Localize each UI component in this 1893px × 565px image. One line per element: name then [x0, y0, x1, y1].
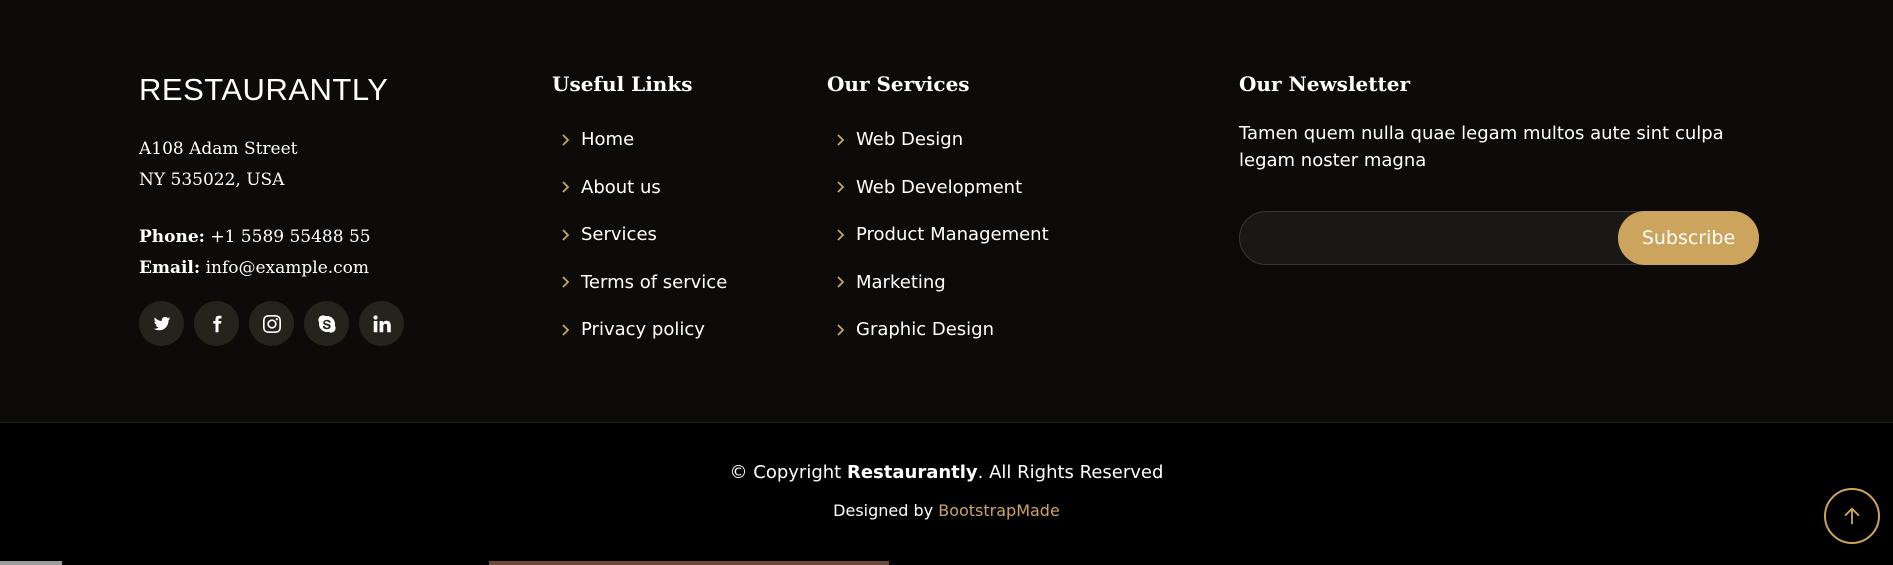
chevron-right-icon: [561, 134, 570, 146]
useful-links-heading: Useful Links: [552, 72, 693, 96]
useful-link-terms[interactable]: Terms of service: [552, 259, 727, 307]
address-line-2: NY 535022, USA: [139, 170, 285, 190]
newsletter-email-input[interactable]: [1240, 212, 1620, 264]
chevron-right-icon: [561, 229, 570, 241]
arrow-up-icon: [1844, 507, 1860, 525]
credits: Designed by BootstrapMade: [0, 501, 1893, 520]
services-list: Web Design Web Development Product Manag…: [827, 116, 1049, 354]
email-value: info@example.com: [205, 258, 370, 278]
footer-contact: Phone: +1 5589 55488 55 Email: info@exam…: [139, 222, 371, 284]
footer-address: A108 Adam Street NY 535022, USA: [139, 134, 298, 196]
back-to-top-button[interactable]: [1824, 488, 1880, 544]
useful-link-label: Terms of service: [581, 271, 728, 293]
service-link-label: Marketing: [856, 271, 946, 293]
email-row: Email: info@example.com: [139, 253, 371, 284]
bottom-edge-strip: [0, 561, 1893, 565]
instagram-link[interactable]: [249, 301, 294, 346]
useful-link-about[interactable]: About us: [552, 164, 727, 212]
email-label: Email:: [139, 258, 201, 278]
service-link-graphic-design[interactable]: Graphic Design: [827, 306, 1049, 354]
newsletter-heading: Our Newsletter: [1239, 72, 1411, 96]
social-links: [139, 301, 404, 346]
phone-row: Phone: +1 5589 55488 55: [139, 222, 371, 253]
useful-link-label: Home: [581, 129, 635, 151]
phone-label: Phone:: [139, 227, 205, 247]
service-link-product-management[interactable]: Product Management: [827, 211, 1049, 259]
chevron-right-icon: [561, 276, 570, 288]
service-link-label: Graphic Design: [856, 319, 994, 341]
chevron-right-icon: [836, 181, 845, 193]
twitter-link[interactable]: [139, 301, 184, 346]
linkedin-icon: [372, 314, 391, 332]
footer-brand: RESTAURANTLY: [139, 72, 389, 107]
services-heading: Our Services: [827, 72, 970, 96]
copyright-prefix: © Copyright: [729, 462, 842, 483]
service-link-marketing[interactable]: Marketing: [827, 259, 1049, 307]
footer-bottom: [0, 424, 1893, 565]
service-link-label: Product Management: [856, 224, 1049, 246]
copyright: © Copyright Restaurantly. All Rights Res…: [0, 462, 1893, 483]
service-link-label: Web Development: [856, 176, 1023, 198]
chevron-right-icon: [836, 324, 845, 336]
useful-link-services[interactable]: Services: [552, 211, 727, 259]
useful-link-privacy[interactable]: Privacy policy: [552, 306, 727, 354]
skype-link[interactable]: [304, 301, 349, 346]
copyright-brand: Restaurantly: [846, 462, 978, 483]
facebook-link[interactable]: [194, 301, 239, 346]
designer-link[interactable]: BootstrapMade: [938, 501, 1060, 520]
service-link-web-development[interactable]: Web Development: [827, 164, 1049, 212]
useful-link-label: Services: [581, 224, 657, 246]
service-link-label: Web Design: [856, 129, 964, 151]
instagram-icon: [262, 314, 281, 333]
designed-by-label: Designed by: [833, 501, 934, 520]
address-line-1: A108 Adam Street: [139, 139, 298, 159]
facebook-icon: [212, 315, 221, 332]
chevron-right-icon: [836, 134, 845, 146]
footer-top: RESTAURANTLY A108 Adam Street NY 535022,…: [0, 0, 1893, 423]
chevron-right-icon: [561, 324, 570, 336]
useful-link-label: Privacy policy: [581, 319, 705, 341]
newsletter-description: Tamen quem nulla quae legam multos aute …: [1239, 123, 1724, 171]
useful-links-list: Home About us Services Terms of service …: [552, 116, 727, 354]
useful-link-label: About us: [581, 176, 661, 198]
skype-icon: [317, 314, 336, 333]
phone-value: +1 5589 55488 55: [210, 227, 371, 247]
chevron-right-icon: [836, 276, 845, 288]
subscribe-button[interactable]: Subscribe: [1618, 211, 1759, 265]
chevron-right-icon: [561, 181, 570, 193]
service-link-web-design[interactable]: Web Design: [827, 116, 1049, 164]
twitter-icon: [153, 316, 170, 330]
linkedin-link[interactable]: [359, 301, 404, 346]
useful-link-home[interactable]: Home: [552, 116, 727, 164]
chevron-right-icon: [836, 229, 845, 241]
newsletter-form: Subscribe: [1239, 211, 1759, 265]
copyright-suffix: . All Rights Reserved: [977, 462, 1164, 483]
